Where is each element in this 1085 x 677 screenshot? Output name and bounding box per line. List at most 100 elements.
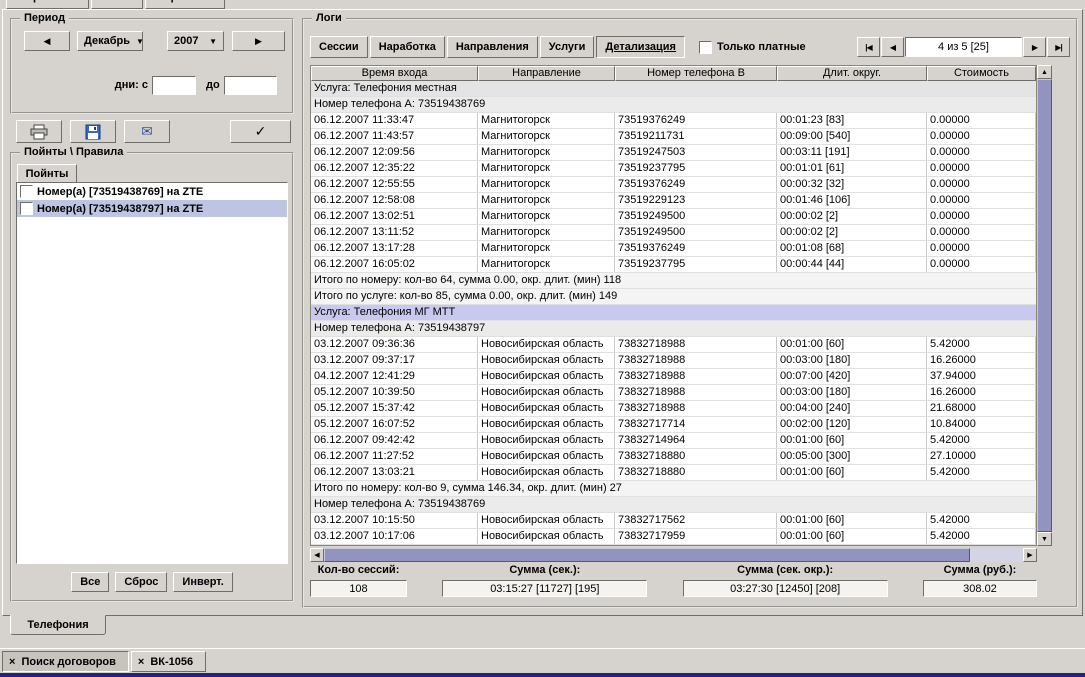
logs-panel-title: Логи xyxy=(312,12,346,24)
table-row[interactable]: Номер телефона А: 73519438769 xyxy=(311,97,1036,113)
year-value: 2007 xyxy=(174,35,198,47)
table-cell: 00:09:00 [540] xyxy=(777,129,927,144)
scroll-up-button[interactable]: ▲ xyxy=(1037,65,1052,79)
point-list-item[interactable]: Номер(а) [73519438769] на ZTE xyxy=(17,183,287,200)
day-to-input[interactable] xyxy=(224,76,277,95)
envelope-icon: ✉ xyxy=(141,123,153,140)
table-cell: 73519211731 xyxy=(615,129,777,144)
floppy-disk-icon xyxy=(85,124,101,140)
table-row[interactable]: 06.12.2007 11:27:52Новосибирская область… xyxy=(311,449,1036,465)
table-cell: 0.00000 xyxy=(927,145,1036,160)
logs-tab-directions[interactable]: Направления xyxy=(447,36,538,58)
pager-first-button[interactable]: |◀ xyxy=(857,37,880,57)
pager-last-button[interactable]: ▶| xyxy=(1047,37,1070,57)
table-row[interactable]: Услуга: Телефония МГ МТТ xyxy=(311,305,1036,321)
pager-next-button[interactable]: ▶ xyxy=(1023,37,1046,57)
print-button[interactable] xyxy=(16,120,62,143)
scroll-left-button[interactable]: ◀ xyxy=(310,548,324,562)
taskbar-tab-1[interactable]: ×Поиск договоров xyxy=(2,651,129,672)
horizontal-scroll-thumb[interactable] xyxy=(324,548,970,562)
table-row[interactable]: Услуга: Телефония местная xyxy=(311,81,1036,97)
table-row[interactable]: Итого по услуге: кол-во 85, сумма 0.00, … xyxy=(311,289,1036,305)
table-row[interactable]: Итого по номеру: кол-во 64, сумма 0.00, … xyxy=(311,273,1036,289)
table-row[interactable]: 06.12.2007 12:09:56Магнитогорск735192475… xyxy=(311,145,1036,161)
close-icon[interactable]: × xyxy=(138,656,144,668)
table-row[interactable]: Итого по номеру: кол-во 9, сумма 146.34,… xyxy=(311,481,1036,497)
vertical-scroll-thumb[interactable] xyxy=(1037,79,1052,532)
table-row[interactable]: 06.12.2007 09:42:42Новосибирская область… xyxy=(311,433,1036,449)
table-row[interactable]: 03.12.2007 10:15:50Новосибирская область… xyxy=(311,513,1036,529)
table-cell: Магнитогорск xyxy=(478,241,615,256)
pager-prev-button[interactable]: ◀ xyxy=(881,37,904,57)
point-checkbox[interactable] xyxy=(20,185,33,198)
table-row[interactable]: 03.12.2007 09:37:17Новосибирская область… xyxy=(311,353,1036,369)
points-reset-button[interactable]: Сброс xyxy=(115,572,167,592)
column-header-2[interactable]: Направление xyxy=(478,66,615,81)
year-select[interactable]: 2007 ▼ xyxy=(167,31,224,51)
points-all-button[interactable]: Все xyxy=(71,572,109,592)
column-header-1[interactable]: Время входа xyxy=(311,66,478,81)
prev-month-button[interactable]: ◀ xyxy=(24,31,70,51)
taskbar-tab-2[interactable]: ×ВК-1056 xyxy=(131,651,206,672)
table-row[interactable]: 06.12.2007 13:17:28Магнитогорск735193762… xyxy=(311,241,1036,257)
month-select[interactable]: Декабрь ▼ xyxy=(77,31,143,51)
table-cell: 03.12.2007 10:15:50 xyxy=(311,513,478,528)
top-tab-kartoteka[interactable]: Картотека xyxy=(145,0,225,9)
points-tab[interactable]: Пойнты xyxy=(17,164,77,183)
column-header-5[interactable]: Стоимость xyxy=(927,66,1036,81)
column-header-3[interactable]: Номер телефона В xyxy=(615,66,777,81)
logs-tab-usage[interactable]: Наработка xyxy=(370,36,445,58)
logs-tab-services[interactable]: Услуги xyxy=(540,36,595,58)
table-row[interactable]: 06.12.2007 12:35:22Магнитогорск735192377… xyxy=(311,161,1036,177)
table-row[interactable]: 05.12.2007 16:07:52Новосибирская область… xyxy=(311,417,1036,433)
table-row[interactable]: 04.12.2007 12:41:29Новосибирская область… xyxy=(311,369,1036,385)
points-invert-button[interactable]: Инверт. xyxy=(173,572,232,592)
top-tab-narabotka[interactable]: Наработка xyxy=(6,0,89,9)
table-row[interactable]: 06.12.2007 13:02:51Магнитогорск735192495… xyxy=(311,209,1036,225)
vertical-scrollbar[interactable]: ▲ ▼ xyxy=(1037,65,1052,546)
table-cell: Новосибирская область xyxy=(478,465,615,480)
paid-only-checkbox[interactable] xyxy=(699,41,712,54)
table-cell: 0.00000 xyxy=(927,161,1036,176)
check-icon: ✓ xyxy=(255,123,267,140)
table-row[interactable]: Номер телефона А: 73519438769 xyxy=(311,497,1036,513)
day-from-input[interactable] xyxy=(152,76,196,95)
left-arrow-icon: ◀ xyxy=(314,551,319,559)
table-row[interactable]: 06.12.2007 11:33:47Магнитогорск735193762… xyxy=(311,113,1036,129)
apply-button[interactable]: ✓ xyxy=(230,120,291,143)
point-list-item[interactable]: Номер(а) [73519438797] на ZTE xyxy=(17,200,287,217)
summary-label: Сумма (сек.): xyxy=(442,564,647,578)
log-table[interactable]: Время входаНаправлениеНомер телефона ВДл… xyxy=(310,65,1037,546)
document-taskbar: ×Поиск договоров×ВК-1056 xyxy=(0,648,1085,673)
points-rules-title: Пойнты \ Правила xyxy=(20,146,127,158)
horizontal-scrollbar[interactable]: ◀ ▶ xyxy=(310,548,1037,562)
table-row[interactable]: 06.12.2007 16:05:02Магнитогорск735192377… xyxy=(311,257,1036,273)
table-row[interactable]: 05.12.2007 10:39:50Новосибирская область… xyxy=(311,385,1036,401)
paid-only-toggle[interactable]: Только платные xyxy=(699,41,806,54)
table-row[interactable]: 06.12.2007 13:03:21Новосибирская область… xyxy=(311,465,1036,481)
mail-button[interactable]: ✉ xyxy=(124,120,170,143)
table-row[interactable]: 03.12.2007 09:36:36Новосибирская область… xyxy=(311,337,1036,353)
table-row[interactable]: 06.12.2007 12:58:08Магнитогорск735192291… xyxy=(311,193,1036,209)
close-icon[interactable]: × xyxy=(9,656,15,668)
top-tab-schet[interactable]: Счет xyxy=(91,0,143,9)
table-row[interactable]: 06.12.2007 11:43:57Магнитогорск735192117… xyxy=(311,129,1036,145)
points-list[interactable]: Номер(а) [73519438769] на ZTEНомер(а) [7… xyxy=(16,182,288,564)
next-month-button[interactable]: ▶ xyxy=(232,31,285,51)
save-button[interactable] xyxy=(70,120,116,143)
logs-tab-details[interactable]: Детализация xyxy=(596,36,685,58)
table-cell: 73832714964 xyxy=(615,433,777,448)
table-row[interactable]: 06.12.2007 13:11:52Магнитогорск735192495… xyxy=(311,225,1036,241)
table-cell: Магнитогорск xyxy=(478,225,615,240)
table-row[interactable]: Номер телефона А: 73519438797 xyxy=(311,321,1036,337)
scroll-right-button[interactable]: ▶ xyxy=(1023,548,1037,562)
table-row[interactable]: 06.12.2007 12:55:55Магнитогорск735193762… xyxy=(311,177,1036,193)
tab-telefonia[interactable]: Телефония xyxy=(10,615,106,635)
table-cell: 06.12.2007 13:11:52 xyxy=(311,225,478,240)
scroll-down-button[interactable]: ▼ xyxy=(1037,532,1052,546)
table-row[interactable]: 05.12.2007 15:37:42Новосибирская область… xyxy=(311,401,1036,417)
logs-tab-sessions[interactable]: Сессии xyxy=(310,36,368,58)
point-checkbox[interactable] xyxy=(20,202,33,215)
column-header-4[interactable]: Длит. округ. xyxy=(777,66,927,81)
table-row[interactable]: 03.12.2007 10:17:06Новосибирская область… xyxy=(311,529,1036,545)
